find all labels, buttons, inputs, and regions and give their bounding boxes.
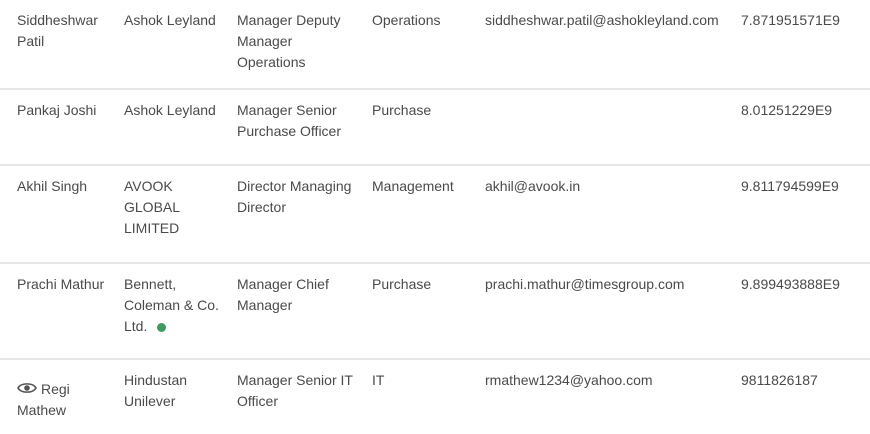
table-row[interactable]: Pankaj Joshi Ashok Leyland Manager Senio… (0, 90, 870, 166)
contact-company: Hindustan Unilever (124, 372, 188, 409)
contact-company: Bennett, Coleman & Co. Ltd. (124, 276, 219, 334)
contact-department: Purchase (372, 102, 432, 118)
contact-phone: 7.871951571E9 (741, 12, 840, 28)
contact-company-cell: Bennett, Coleman & Co. Ltd. (124, 274, 237, 337)
contact-title: Manager Deputy Manager Operations (237, 12, 341, 70)
contact-phone: 9.811794599E9 (741, 178, 839, 194)
contact-department: IT (372, 372, 385, 388)
contact-company: Ashok Leyland (124, 102, 216, 118)
contact-company: AVOOK GLOBAL LIMITED (124, 178, 180, 236)
table-row[interactable]: Akhil Singh AVOOK GLOBAL LIMITED Directo… (0, 166, 870, 264)
contact-name: Siddheshwar Patil (17, 12, 98, 49)
contact-email: akhil@avook.in (485, 178, 581, 194)
contact-company: Ashok Leyland (124, 12, 216, 28)
contact-department: Management (372, 178, 454, 194)
contact-email: rmathew1234@yahoo.com (485, 372, 653, 388)
contact-name: Prachi Mathur (17, 276, 105, 292)
table-row[interactable]: Siddheshwar Patil Ashok Leyland Manager … (0, 0, 870, 90)
eye-icon[interactable] (17, 380, 37, 394)
table-row[interactable]: Prachi Mathur Bennett, Coleman & Co. Ltd… (0, 264, 870, 360)
contact-phone: 9.899493888E9 (741, 276, 840, 292)
contact-title: Manager Senior Purchase Officer (237, 102, 342, 139)
contact-name: Akhil Singh (17, 178, 88, 194)
contact-name-cell: Regi Mathew (0, 370, 124, 421)
contact-email: prachi.mathur@timesgroup.com (485, 276, 685, 292)
contact-title: Director Managing Director (237, 178, 352, 215)
contact-phone: 9811826187 (741, 372, 818, 388)
status-dot-icon (157, 323, 167, 332)
contact-name: Pankaj Joshi (17, 102, 97, 118)
contact-phone: 8.01251229E9 (741, 102, 833, 118)
contact-title: Manager Senior IT Officer (237, 372, 353, 409)
contacts-table: Siddheshwar Patil Ashok Leyland Manager … (0, 0, 870, 434)
contact-email: siddheshwar.patil@ashokleyland.com (485, 12, 719, 28)
contact-department: Operations (372, 12, 441, 28)
table-row[interactable]: Regi Mathew Hindustan Unilever Manager S… (0, 360, 870, 434)
contact-department: Purchase (372, 276, 432, 292)
contact-title: Manager Chief Manager (237, 276, 329, 313)
